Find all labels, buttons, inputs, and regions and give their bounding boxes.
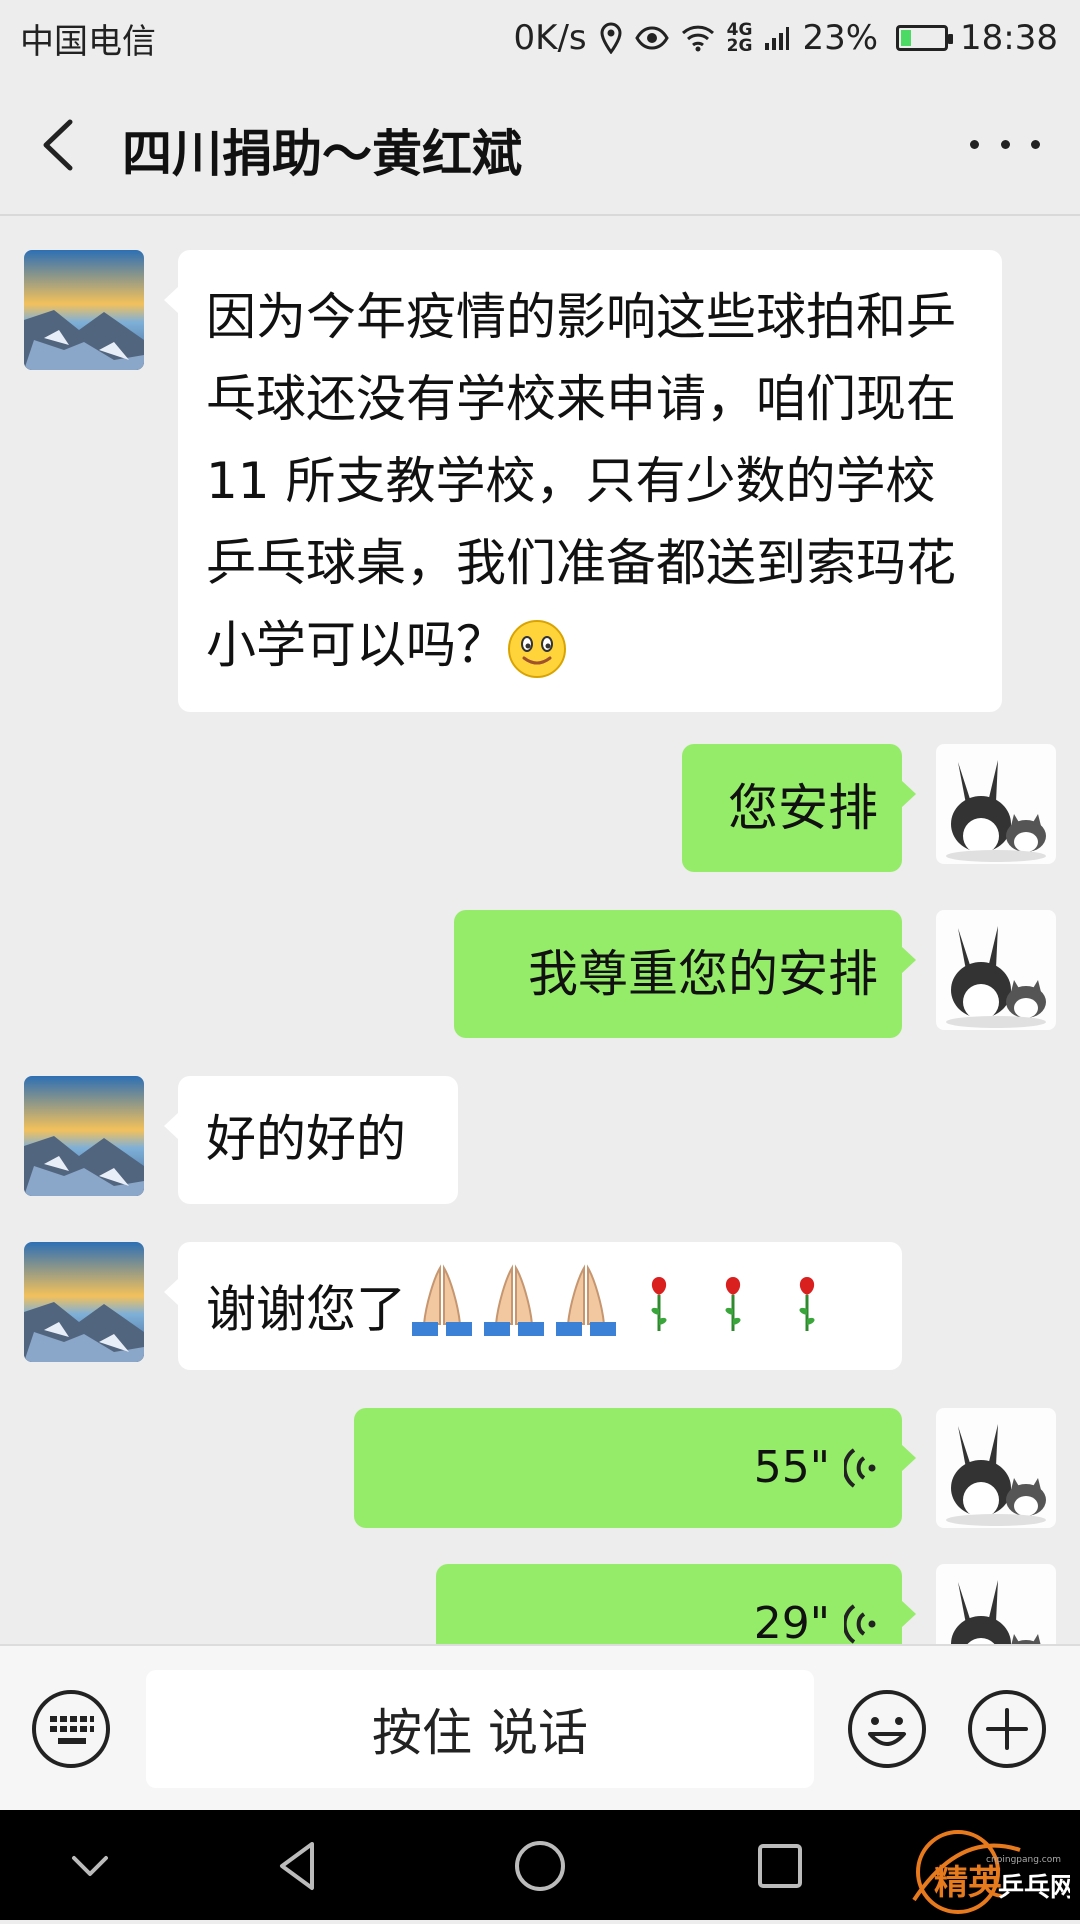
message-text: 因为今年疫情的影响这些球拍和乒乓球还没有学校来申请，咱们现在 11 所支教学校，… — [206, 288, 956, 674]
more-dot-icon — [1031, 139, 1040, 149]
system-back-button[interactable] — [270, 1836, 330, 1896]
svg-text:cnpingpang.com: cnpingpang.com — [986, 1855, 1061, 1865]
status-bar: 中国电信 0K/s 4G 2G 23% 18:38 — [0, 0, 1080, 76]
message-bubble-outgoing[interactable]: 您安排 — [682, 744, 916, 872]
plus-icon — [968, 1690, 1046, 1768]
rose-emoji-icon — [770, 1269, 844, 1357]
more-dot-icon — [970, 139, 979, 149]
voice-duration: 29" — [753, 1598, 830, 1644]
message-bubble-incoming[interactable]: 因为今年疫情的影响这些球拍和乒乓球还没有学校来申请，咱们现在 11 所支教学校，… — [164, 250, 1002, 712]
voice-message-bubble[interactable]: 29" — [436, 1564, 916, 1644]
message-text: 谢谢您了 — [206, 1280, 406, 1339]
contact-avatar[interactable] — [24, 1076, 144, 1196]
message-bubble-incoming[interactable]: 好的好的 — [164, 1076, 458, 1204]
chevron-left-icon — [43, 119, 73, 171]
network-2g-label: 2G — [726, 36, 753, 56]
pray-emoji-icon — [406, 1264, 478, 1362]
voice-wave-icon — [844, 1604, 876, 1644]
carrier-label: 中国电信 — [20, 21, 156, 62]
chat-title: 四川捐助～黄红斌 — [122, 125, 522, 183]
input-bar: 按住 说话 — [0, 1644, 1080, 1810]
smile-emoji-icon — [506, 618, 568, 680]
pray-emoji-icon — [550, 1264, 622, 1362]
my-avatar[interactable] — [936, 910, 1056, 1030]
signal-icon — [764, 25, 790, 51]
emoji-button[interactable] — [846, 1688, 928, 1770]
battery-fill — [901, 30, 912, 46]
more-dot-icon — [1000, 139, 1010, 149]
message-bubble-incoming[interactable]: 谢谢您了 — [164, 1242, 902, 1370]
my-avatar[interactable] — [936, 744, 1056, 864]
my-avatar[interactable] — [936, 1564, 1056, 1644]
message-text: 您安排 — [728, 779, 878, 837]
wifi-icon — [681, 24, 715, 52]
chevron-down-icon — [72, 1856, 108, 1876]
triangle-back-icon — [280, 1842, 314, 1890]
rose-emoji-icon — [622, 1269, 696, 1357]
system-recents-button[interactable] — [750, 1836, 810, 1896]
more-functions-button[interactable] — [966, 1688, 1048, 1770]
clock: 18:38 — [960, 18, 1058, 58]
keyboard-toggle-button[interactable] — [30, 1688, 112, 1770]
message-bubble-outgoing[interactable]: 我尊重您的安排 — [454, 910, 916, 1038]
contact-avatar[interactable] — [24, 250, 144, 370]
system-home-button[interactable] — [510, 1836, 570, 1896]
svg-text:乒乓网: 乒乓网 — [998, 1873, 1070, 1903]
emoji-face-icon — [848, 1690, 926, 1768]
square-recents-icon — [758, 1844, 802, 1888]
more-options-button[interactable] — [970, 124, 1040, 164]
contact-avatar[interactable] — [24, 1242, 144, 1362]
back-button[interactable] — [30, 110, 90, 180]
voice-wave-icon — [844, 1448, 876, 1488]
eye-icon — [634, 26, 669, 50]
network-speed: 0K/s — [513, 18, 587, 58]
network-type: 4G 2G — [726, 22, 753, 56]
status-icons: 0K/s 4G 2G 23% 18:38 — [514, 18, 1058, 58]
battery-percent: 23% — [802, 18, 879, 58]
voice-duration: 55" — [753, 1442, 830, 1493]
keyboard-icon — [32, 1690, 110, 1768]
circle-home-icon — [515, 1841, 565, 1891]
my-avatar[interactable] — [936, 1408, 1056, 1528]
hold-to-talk-button[interactable]: 按住 说话 — [146, 1670, 814, 1788]
battery-icon — [896, 25, 954, 51]
message-text: 我尊重您的安排 — [528, 945, 878, 1003]
location-icon — [599, 22, 623, 54]
pray-emoji-icon — [478, 1264, 550, 1362]
voice-message-bubble[interactable]: 55" — [354, 1408, 916, 1528]
hide-keyboard-button[interactable] — [60, 1836, 120, 1896]
site-watermark-logo: 精英 乒乓网 cnpingpang.com — [900, 1810, 1076, 1920]
message-list[interactable]: 因为今年疫情的影响这些球拍和乒乓球还没有学校来申请，咱们现在 11 所支教学校，… — [0, 216, 1080, 1644]
rose-emoji-icon — [696, 1269, 770, 1357]
message-text: 好的好的 — [206, 1110, 406, 1168]
chat-header: 四川捐助～黄红斌 — [0, 76, 1080, 216]
svg-text:精英: 精英 — [934, 1863, 1003, 1903]
